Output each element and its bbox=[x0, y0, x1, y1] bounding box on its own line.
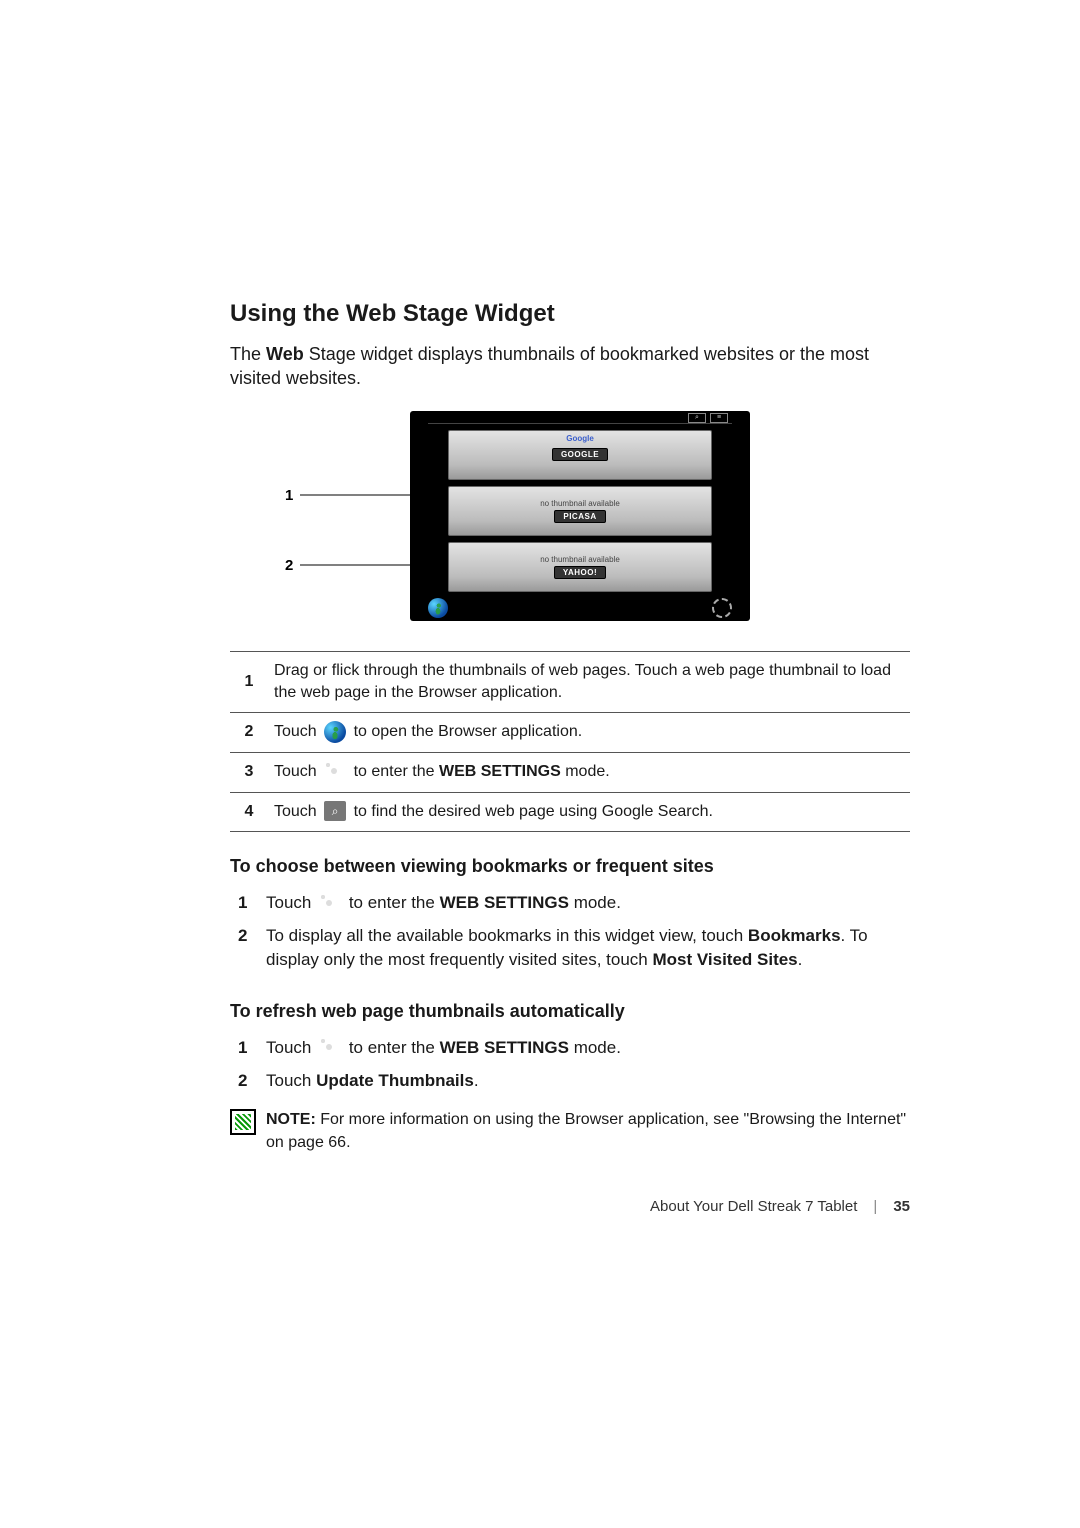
table-row: 4 Touch ⌕ to find the desired web page u… bbox=[230, 792, 910, 831]
row-text: Drag or flick through the thumbnails of … bbox=[268, 651, 910, 713]
note-text: For more information on using the Browse… bbox=[266, 1111, 906, 1150]
row-num: 2 bbox=[230, 713, 268, 753]
thumbnail-card: Google GOOGLE bbox=[448, 430, 712, 480]
status-bar: ⌕ ≡ bbox=[428, 413, 732, 424]
thumbnail-card: no thumbnail available YAHOO! bbox=[448, 542, 712, 592]
page-number: 35 bbox=[893, 1198, 910, 1215]
table-row: 2 Touch to open the Browser application. bbox=[230, 713, 910, 753]
search-icon: ⌕ bbox=[324, 801, 346, 821]
row-num: 4 bbox=[230, 792, 268, 831]
intro-paragraph: The Web Stage widget displays thumbnails… bbox=[230, 342, 910, 391]
steps-refresh: Touch to enter the WEB SETTINGS mode. To… bbox=[230, 1032, 910, 1097]
section-heading: Using the Web Stage Widget bbox=[230, 300, 910, 328]
table-row: 3 Touch to enter the WEB SETTINGS mode. bbox=[230, 753, 910, 793]
thumbnail-note: no thumbnail available bbox=[540, 555, 620, 564]
search-icon: ⌕ bbox=[688, 413, 706, 423]
subheading-bookmarks: To choose between viewing bookmarks or f… bbox=[230, 856, 910, 877]
figure-web-stage-widget: 1 2 3 4 ⌕ ≡ Google GOOGLE bbox=[230, 411, 910, 631]
note-label: NOTE: bbox=[266, 1111, 316, 1128]
row-text: Touch ⌕ to find the desired web page usi… bbox=[268, 792, 910, 831]
row-text: Touch to open the Browser application. bbox=[268, 713, 910, 753]
gear-icon bbox=[324, 761, 346, 783]
gear-icon bbox=[319, 893, 341, 915]
list-item: To display all the available bookmarks i… bbox=[230, 920, 910, 977]
intro-before: The bbox=[230, 344, 266, 364]
note-block: NOTE: For more information on using the … bbox=[230, 1109, 910, 1154]
gear-icon bbox=[712, 598, 732, 618]
browser-globe-icon bbox=[324, 721, 346, 743]
row-num: 3 bbox=[230, 753, 268, 793]
figure-legend-table: 1 Drag or flick through the thumbnails o… bbox=[230, 651, 910, 832]
footer-section: About Your Dell Streak 7 Tablet bbox=[650, 1198, 857, 1215]
page-footer: About Your Dell Streak 7 Tablet | 35 bbox=[230, 1198, 910, 1215]
device-screenshot: ⌕ ≡ Google GOOGLE no thumbnail available… bbox=[410, 411, 750, 621]
thumbnail-note: no thumbnail available bbox=[540, 499, 620, 508]
intro-after: Stage widget displays thumbnails of book… bbox=[230, 344, 869, 388]
browser-globe-icon bbox=[428, 598, 448, 618]
subheading-refresh: To refresh web page thumbnails automatic… bbox=[230, 1001, 910, 1022]
gear-icon bbox=[319, 1037, 341, 1059]
table-row: 1 Drag or flick through the thumbnails o… bbox=[230, 651, 910, 713]
intro-bold: Web bbox=[266, 344, 304, 364]
menu-icon: ≡ bbox=[710, 413, 728, 423]
thumbnail-badge: YAHOO! bbox=[554, 566, 606, 579]
footer-separator: | bbox=[873, 1198, 877, 1215]
note-icon bbox=[230, 1109, 256, 1135]
thumbnail-badge: PICASA bbox=[554, 510, 605, 523]
row-num: 1 bbox=[230, 651, 268, 713]
thumbnail-badge: GOOGLE bbox=[552, 448, 608, 461]
thumbnail-card: no thumbnail available PICASA bbox=[448, 486, 712, 536]
thumbnail-heading: Google bbox=[566, 434, 594, 443]
steps-bookmarks: Touch to enter the WEB SETTINGS mode. To… bbox=[230, 887, 910, 977]
list-item: Touch Update Thumbnails. bbox=[230, 1065, 910, 1098]
list-item: Touch to enter the WEB SETTINGS mode. bbox=[230, 887, 910, 920]
row-text: Touch to enter the WEB SETTINGS mode. bbox=[268, 753, 910, 793]
list-item: Touch to enter the WEB SETTINGS mode. bbox=[230, 1032, 910, 1065]
